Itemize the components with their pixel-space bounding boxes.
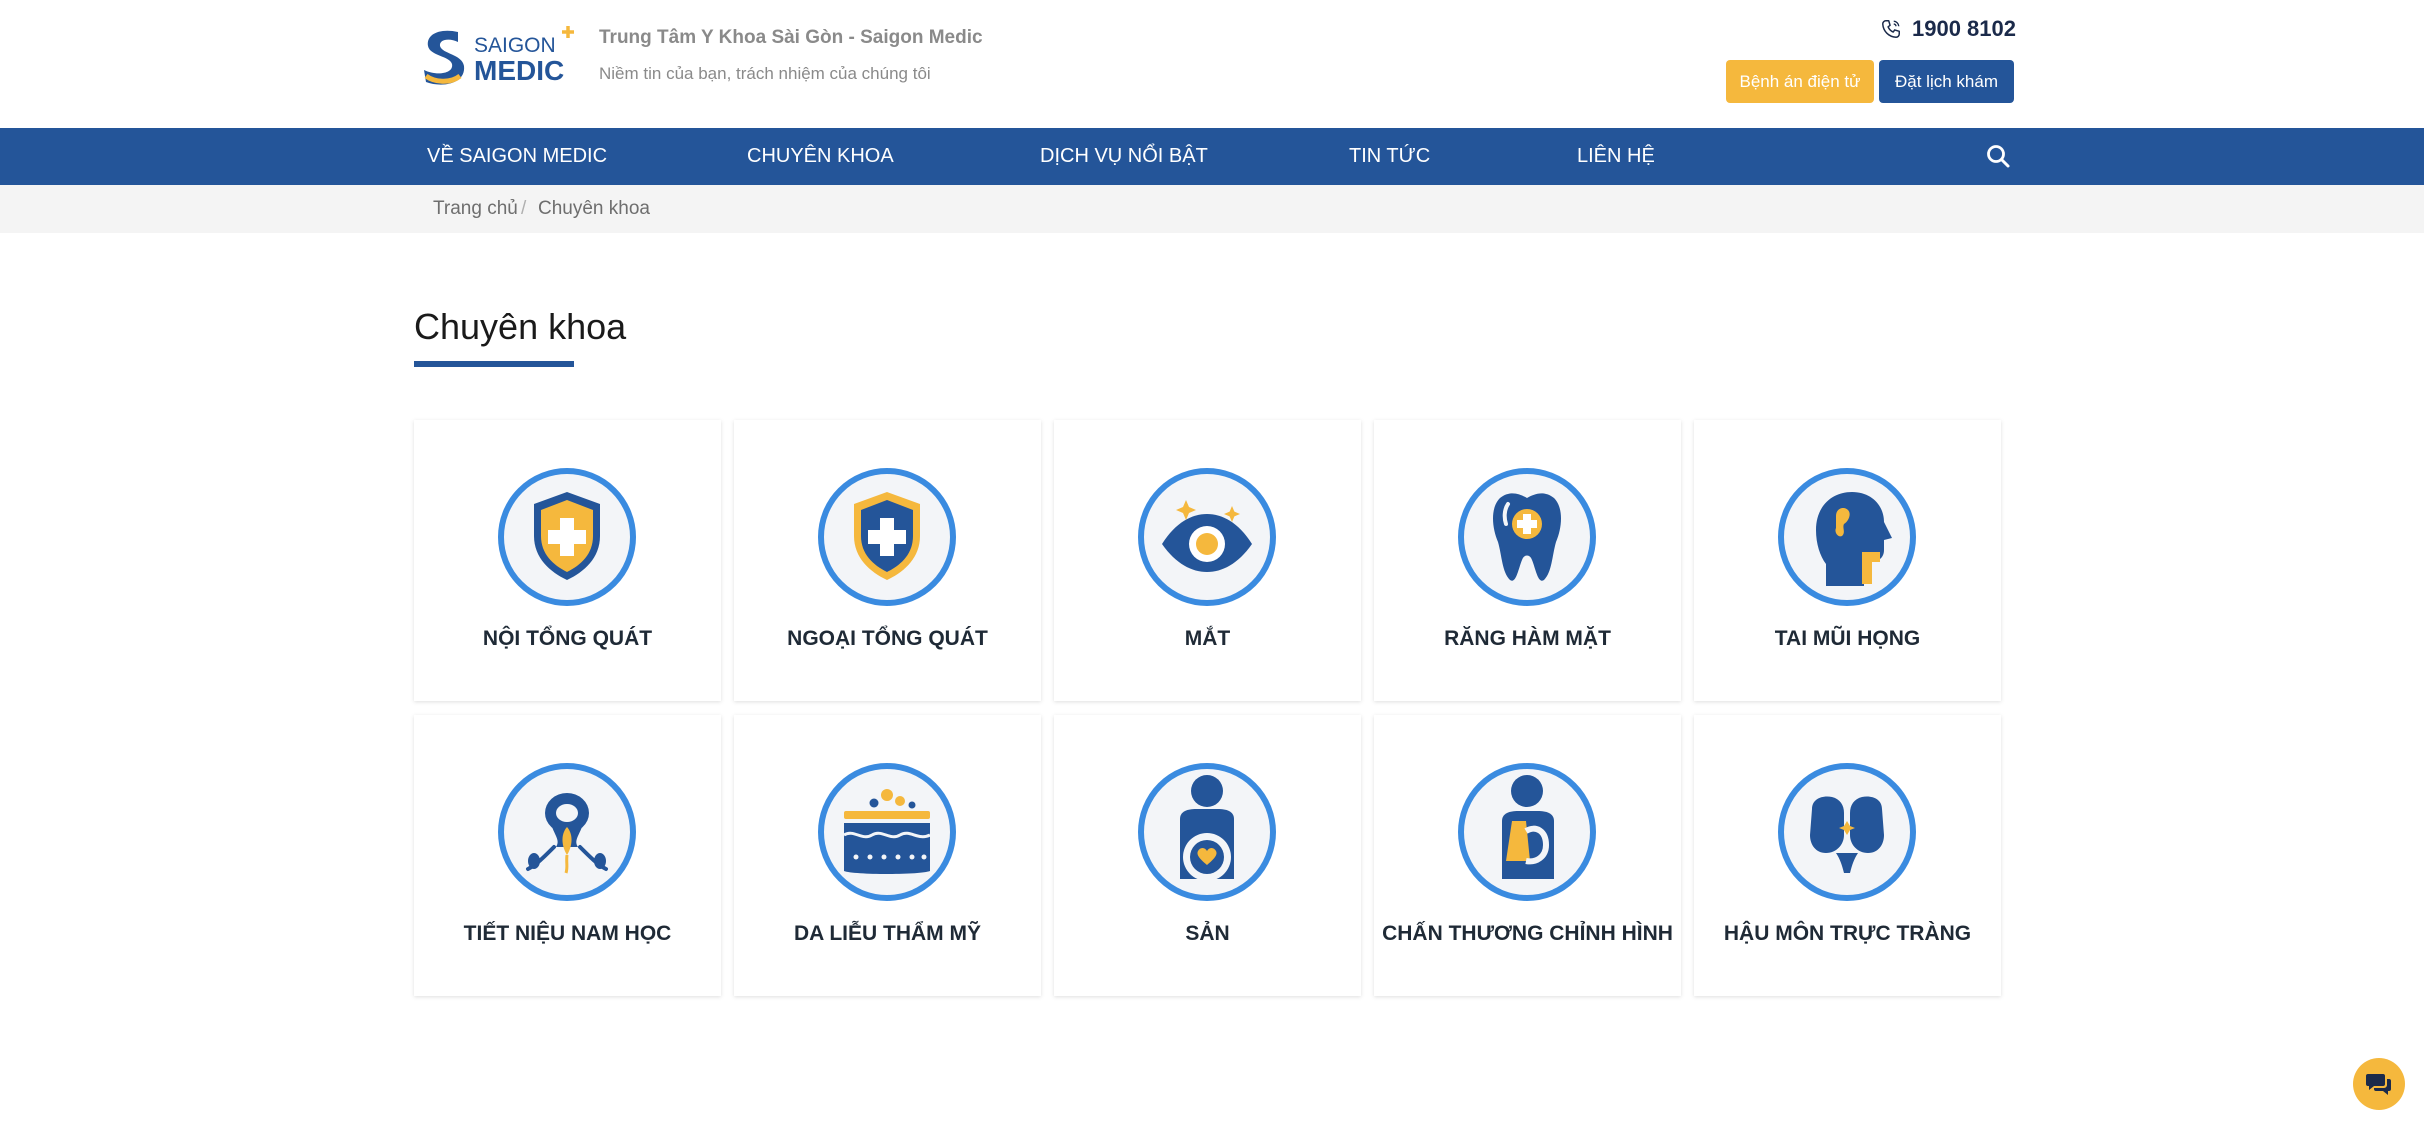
specialty-card-dermatology[interactable]: DA LIỄU THẨM MỸ (734, 715, 1041, 996)
specialty-label: DA LIỄU THẨM MỸ (793, 922, 982, 945)
site-slogan: Niềm tin của bạn, trách nhiệm của chúng … (599, 64, 931, 83)
saigon-medic-logo[interactable]: SAIGON MEDIC (420, 24, 580, 88)
specialty-label: CHẤN THƯƠNG CHỈNH HÌNH (1382, 922, 1673, 945)
page-title: Chuyên khoa (414, 306, 627, 347)
specialty-card-internal-medicine[interactable]: NỘI TỔNG QUÁT (414, 420, 721, 701)
site-header: SAIGON MEDIC Trung Tâm Y Khoa Sài Gòn - … (0, 0, 2424, 128)
pregnancy-icon (1136, 761, 1278, 903)
specialty-card-ent[interactable]: TAI MŨI HỌNG (1694, 420, 2001, 701)
nav-item-about[interactable]: VỀ SAIGON MEDIC (427, 128, 607, 185)
specialty-label: TAI MŨI HỌNG (1774, 627, 1921, 650)
search-icon[interactable] (1985, 143, 2011, 169)
specialty-label: NỘI TỔNG QUÁT (482, 627, 653, 650)
ear-nose-throat-icon (1776, 466, 1918, 608)
tooth-icon (1456, 466, 1598, 608)
breadcrumb: Trang chủ / Chuyên khoa (0, 185, 2424, 233)
book-appointment-button[interactable]: Đặt lịch khám (1879, 60, 2014, 103)
orthopedic-icon (1456, 761, 1598, 903)
specialty-label: NGOẠI TỔNG QUÁT (787, 627, 988, 650)
svg-text:MEDIC: MEDIC (474, 55, 564, 86)
urology-icon (496, 761, 638, 903)
eye-icon (1136, 466, 1278, 608)
specialty-card-proctology[interactable]: HẬU MÔN TRỰC TRÀNG (1694, 715, 2001, 996)
shield-cross-blue-icon (816, 466, 958, 608)
hotline-number: 1900 8102 (1912, 16, 2016, 41)
specialty-label: RĂNG HÀM MẶT (1444, 627, 1611, 650)
chat-icon (2366, 1074, 2391, 1095)
nav-item-services[interactable]: DỊCH VỤ NỔI BẬT (1040, 128, 1208, 185)
electronic-medical-record-button[interactable]: Bệnh án điện tử (1726, 60, 1874, 103)
hotline[interactable]: 1900 8102 (1880, 16, 2016, 42)
specialty-label: SẢN (1185, 922, 1230, 945)
nav-item-news[interactable]: TIN TỨC (1349, 128, 1430, 185)
chat-button[interactable] (2353, 1058, 2405, 1110)
nav-item-contact[interactable]: LIÊN HỆ (1577, 128, 1655, 185)
main-nav: VỀ SAIGON MEDIC CHUYÊN KHOA DỊCH VỤ NỔI … (0, 128, 2424, 185)
specialty-card-urology[interactable]: TIẾT NIỆU NAM HỌC (414, 715, 721, 996)
shield-cross-yellow-icon (496, 466, 638, 608)
specialty-card-eye[interactable]: MẮT (1054, 420, 1361, 701)
breadcrumb-home-link[interactable]: Trang chủ (433, 185, 518, 233)
title-underline (414, 361, 574, 367)
colon-icon (1776, 761, 1918, 903)
specialty-card-obstetrics[interactable]: SẢN (1054, 715, 1361, 996)
specialty-label: HẬU MÔN TRỰC TRÀNG (1723, 922, 1972, 945)
specialty-card-general-surgery[interactable]: NGOẠI TỔNG QUÁT (734, 420, 1041, 701)
breadcrumb-current: Chuyên khoa (538, 198, 650, 219)
svg-text:SAIGON: SAIGON (474, 34, 556, 57)
phone-icon (1880, 18, 1902, 40)
site-title: Trung Tâm Y Khoa Sài Gòn - Saigon Medic (599, 27, 983, 48)
specialty-label: MẮT (1184, 627, 1231, 650)
breadcrumb-separator: / (521, 198, 527, 219)
specialty-label: TIẾT NIỆU NAM HỌC (463, 922, 672, 945)
skin-layers-icon (816, 761, 958, 903)
specialty-card-dental[interactable]: RĂNG HÀM MẶT (1374, 420, 1681, 701)
specialty-card-orthopedics[interactable]: CHẤN THƯƠNG CHỈNH HÌNH (1374, 715, 1681, 996)
nav-item-specialties[interactable]: CHUYÊN KHOA (747, 128, 894, 185)
